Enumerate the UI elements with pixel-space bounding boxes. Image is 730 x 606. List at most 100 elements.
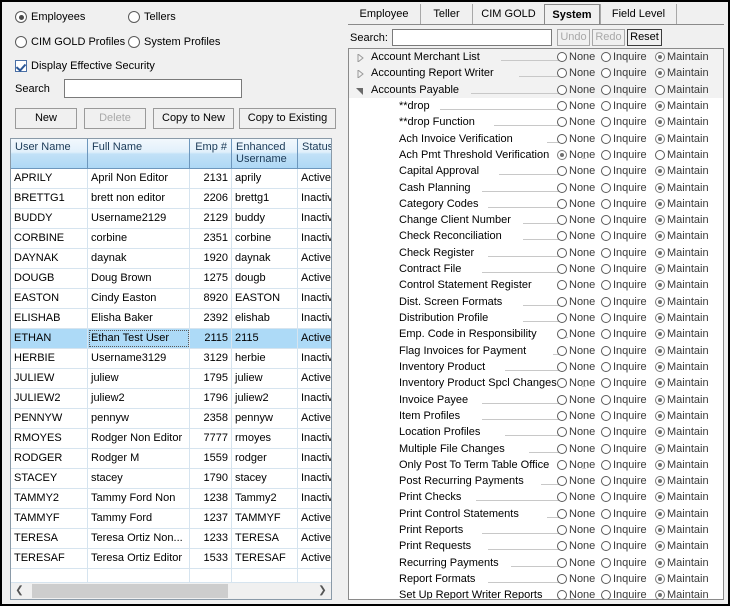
cell-enhanced-username[interactable]: 2115 [232,329,298,348]
permission-option-inquire[interactable]: Inquire [601,345,647,357]
tree-row[interactable]: Distribution Profile None Inquire Maintain [349,310,723,326]
tree-row[interactable]: Check Reconciliation None Inquire Maintain [349,228,723,244]
radio-inquire-indicator[interactable] [601,459,611,470]
table-row[interactable]: DAYNAK daynak 1920 daynak Active [11,249,331,269]
permission-option-inquire[interactable]: Inquire [601,557,647,569]
cell-emp-number[interactable]: 2129 [190,209,232,228]
radio-system-profiles-indicator[interactable] [128,36,140,48]
radio-maintain-indicator[interactable] [655,182,665,193]
permission-option-inquire[interactable]: Inquire [601,279,647,291]
permission-option-maintain[interactable]: Maintain [655,165,709,177]
permission-option-inquire[interactable]: Inquire [601,67,647,79]
radio-inquire-indicator[interactable] [601,280,611,291]
radio-none-indicator[interactable] [557,84,567,95]
permission-option-none[interactable]: None [557,508,595,520]
permission-option-none[interactable]: None [557,377,595,389]
user-grid[interactable]: User Name Full Name Emp # Enhanced Usern… [10,138,332,600]
radio-none-indicator[interactable] [557,247,567,258]
permission-option-inquire[interactable]: Inquire [601,182,647,194]
permission-option-none[interactable]: None [557,296,595,308]
permission-option-inquire[interactable]: Inquire [601,377,647,389]
permission-option-maintain[interactable]: Maintain [655,589,709,599]
permission-option-maintain[interactable]: Maintain [655,443,709,455]
scrollbar-thumb[interactable] [32,584,228,598]
permission-option-inquire[interactable]: Inquire [601,508,647,520]
radio-none-indicator[interactable] [557,166,567,177]
radio-inquire-indicator[interactable] [601,329,611,340]
radio-maintain-indicator[interactable] [655,557,665,568]
new-button[interactable]: New [15,108,77,129]
cell-enhanced-username[interactable]: pennyw [232,409,298,428]
tab-field-level[interactable]: Field Level [600,4,676,25]
permission-option-inquire[interactable]: Inquire [601,100,647,112]
permission-option-maintain[interactable]: Maintain [655,84,709,96]
permission-option-none[interactable]: None [557,182,595,194]
cell-enhanced-username[interactable] [232,569,298,583]
cell-full-name[interactable]: Tammy Ford [88,509,190,528]
table-row[interactable]: DOUGB Doug Brown 1275 dougb Active [11,269,331,289]
permissions-search-input[interactable] [392,29,552,46]
radio-inquire-indicator[interactable] [601,117,611,128]
cell-full-name[interactable]: April Non Editor [88,169,190,188]
radio-none-indicator[interactable] [557,52,567,62]
radio-none-indicator[interactable] [557,215,567,226]
permission-option-inquire[interactable]: Inquire [601,230,647,242]
permission-option-maintain[interactable]: Maintain [655,67,709,79]
permission-option-none[interactable]: None [557,51,595,63]
undo-button[interactable]: Undo [557,29,590,46]
permission-option-none[interactable]: None [557,230,595,242]
cell-full-name[interactable]: Elisha Baker [88,309,190,328]
permission-option-none[interactable]: None [557,116,595,128]
tab-system[interactable]: System [544,4,600,25]
radio-maintain-indicator[interactable] [655,215,665,226]
tree-row[interactable]: Print Checks None Inquire Maintain [349,489,723,505]
permission-option-none[interactable]: None [557,345,595,357]
permission-option-none[interactable]: None [557,263,595,275]
radio-inquire-indicator[interactable] [601,264,611,275]
cell-status[interactable]: Inactive [298,289,331,308]
permission-option-maintain[interactable]: Maintain [655,475,709,487]
radio-none-indicator[interactable] [557,329,567,340]
permission-option-maintain[interactable]: Maintain [655,573,709,585]
cell-emp-number[interactable]: 1237 [190,509,232,528]
cell-user-name[interactable]: DAYNAK [11,249,88,268]
radio-maintain-indicator[interactable] [655,492,665,503]
radio-maintain-indicator[interactable] [655,427,665,438]
table-row[interactable]: BUDDYUsername21292129buddyInactive [11,209,331,229]
scroll-left-arrow-icon[interactable]: ❮ [11,583,28,599]
radio-inquire-indicator[interactable] [601,52,611,62]
cell-user-name[interactable] [11,569,88,583]
cell-full-name[interactable] [88,569,190,583]
permission-option-none[interactable]: None [557,426,595,438]
radio-none-indicator[interactable] [557,492,567,503]
table-row[interactable]: JULIEW juliew 1795 juliew Active [11,369,331,389]
cell-enhanced-username[interactable]: dougb [232,269,298,288]
tree-row[interactable]: Account Merchant List None Inquire Maintain [349,49,723,66]
chevron-down-icon[interactable] [356,86,364,95]
cell-enhanced-username[interactable]: juliew2 [232,389,298,408]
permission-option-maintain[interactable]: Maintain [655,51,709,63]
permission-option-inquire[interactable]: Inquire [601,589,647,599]
radio-none-indicator[interactable] [557,361,567,372]
cell-full-name[interactable]: Username2129 [88,209,190,228]
permission-option-inquire[interactable]: Inquire [601,84,647,96]
radio-maintain-indicator[interactable] [655,541,665,552]
permission-option-maintain[interactable]: Maintain [655,491,709,503]
radio-cim-gold-profiles-indicator[interactable] [15,36,27,48]
radio-maintain-indicator[interactable] [655,52,665,62]
permission-option-maintain[interactable]: Maintain [655,426,709,438]
cell-status[interactable]: Inactive [298,229,331,248]
cell-status[interactable]: Inactive [298,469,331,488]
tree-row[interactable]: Only Post To Term Table Office None Inquir… [349,457,723,473]
radio-cim-gold-profiles[interactable]: CIM GOLD Profiles [15,36,125,48]
cell-enhanced-username[interactable]: EASTON [232,289,298,308]
cell-full-name[interactable]: corbine [88,229,190,248]
cell-enhanced-username[interactable]: rodger [232,449,298,468]
radio-none-indicator[interactable] [557,231,567,242]
cell-user-name[interactable]: CORBINE [11,229,88,248]
cell-user-name[interactable]: TAMMY2 [11,489,88,508]
cell-emp-number[interactable]: 1533 [190,549,232,568]
cell-emp-number[interactable]: 1795 [190,369,232,388]
permission-option-inquire[interactable]: Inquire [601,426,647,438]
permission-option-none[interactable]: None [557,279,595,291]
